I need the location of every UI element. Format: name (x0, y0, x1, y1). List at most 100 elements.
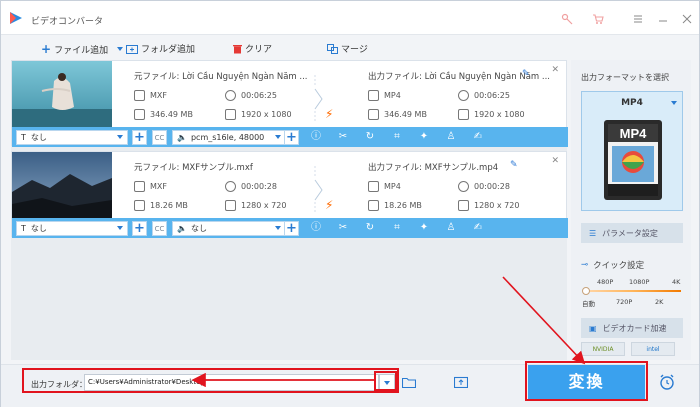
remove-file-icon[interactable]: ✕ (551, 156, 559, 166)
export-folder-icon[interactable] (454, 376, 468, 388)
open-folder-icon[interactable] (402, 376, 416, 388)
output-format-panel: 出力フォーマットを選択 MP4 MP4 ☰ パラメータ設定 ⊸ クイック設定 4… (571, 60, 691, 360)
alarm-clock-icon[interactable] (658, 373, 676, 391)
edit-subtitle-icon[interactable]: ✍ (472, 131, 484, 143)
audio-select[interactable]: 🔈 なし (172, 221, 286, 236)
app-logo-icon (10, 12, 22, 24)
quick-settings-icon: ⊸ (581, 260, 589, 270)
output-format: MP4 (368, 181, 401, 192)
source-size: 346.49 MB (134, 109, 193, 120)
cut-icon[interactable]: ✂ (337, 131, 349, 143)
edit-pencil-icon[interactable]: ✎ (522, 69, 530, 79)
source-resolution: 1280 x 720 (225, 200, 286, 211)
minimize-icon[interactable] (657, 13, 669, 25)
source-duration: 00:00:28 (225, 181, 277, 192)
add-subtitle-button[interactable]: + (132, 221, 147, 236)
output-format: MP4 (368, 90, 401, 101)
add-subtitle-button[interactable]: + (132, 130, 147, 145)
close-window-icon[interactable] (681, 13, 693, 25)
speaker-icon: 🔈 (177, 224, 187, 233)
key-icon[interactable] (561, 13, 573, 25)
file-icon (134, 109, 145, 120)
title-bar: ビデオコンバータ (1, 1, 699, 35)
clock-icon (458, 181, 469, 192)
format-icon (368, 181, 379, 192)
slider-label-2k: 2K (655, 298, 664, 306)
cut-icon[interactable]: ✂ (337, 222, 349, 234)
source-duration: 00:06:25 (225, 90, 277, 101)
parameter-settings-button[interactable]: ☰ パラメータ設定 (581, 223, 683, 243)
clear-button[interactable]: クリア (233, 42, 272, 55)
resolution-icon (225, 200, 236, 211)
rotate-icon[interactable]: ↻ (364, 222, 376, 234)
gpu-chip-icon: ▣ (589, 323, 597, 333)
dropdown-arrow-icon (117, 46, 123, 51)
source-filename: 元ファイル: Lời Cầu Nguyện Ngàn Năm ... (134, 72, 308, 82)
source-size: 18.26 MB (134, 200, 188, 211)
quick-settings: ⊸ クイック設定 (581, 260, 645, 271)
chevron-down-icon (671, 101, 677, 105)
edit-pencil-icon[interactable]: ✎ (510, 160, 518, 170)
resolution-icon (458, 200, 469, 211)
intel-logo[interactable]: intel (631, 342, 675, 356)
source-filename: 元ファイル: MXFサンプル.mxf (134, 163, 253, 173)
mp4-format-icon: MP4 (604, 120, 662, 200)
watermark-icon[interactable]: ♙ (445, 222, 457, 234)
watermark-icon[interactable]: ♙ (445, 131, 457, 143)
output-folder-label: 出力フォルダ： (31, 380, 87, 389)
resolution-icon (225, 109, 236, 120)
menu-icon[interactable] (632, 13, 644, 25)
merge-icon (327, 43, 338, 54)
quality-slider-track[interactable] (585, 290, 681, 292)
resolution-icon (458, 109, 469, 120)
convert-button[interactable]: 変換 (528, 365, 645, 399)
gpu-logos: NVIDIA intel (581, 342, 675, 356)
crop-icon[interactable]: ⌗ (391, 131, 403, 143)
add-audio-button[interactable]: + (284, 221, 299, 236)
format-name: MP4 (621, 98, 643, 108)
quality-slider-handle[interactable] (582, 287, 590, 295)
text-icon: T (21, 224, 26, 233)
speaker-icon: 🔈 (177, 133, 187, 142)
audio-select[interactable]: 🔈 pcm_s16le, 48000 (172, 130, 286, 145)
file-card: 元ファイル: Lời Cầu Nguyện Ngàn Năm ... MXF 0… (11, 60, 568, 147)
effect-icon[interactable]: ✦ (418, 131, 430, 143)
trash-icon (233, 44, 242, 53)
chevron-right-icon (314, 166, 323, 214)
add-file-button[interactable]: + ファイル追加 (41, 42, 108, 56)
remove-file-icon[interactable]: ✕ (551, 65, 559, 75)
video-thumbnail[interactable] (12, 152, 112, 218)
format-icon (134, 90, 145, 101)
info-icon[interactable]: ⓘ (310, 222, 322, 234)
nvidia-logo[interactable]: NVIDIA (581, 342, 625, 356)
format-selector[interactable]: MP4 MP4 (581, 91, 683, 211)
subtitle-select[interactable]: T なし (16, 221, 128, 236)
cart-icon[interactable] (592, 13, 604, 25)
clock-icon (225, 181, 236, 192)
output-size: 18.26 MB (368, 200, 422, 211)
output-folder-path[interactable]: C:¥Users¥Administrator¥Desktop (84, 374, 379, 391)
format-icon (134, 181, 145, 192)
add-audio-button[interactable]: + (284, 130, 299, 145)
effect-icon[interactable]: ✦ (418, 222, 430, 234)
video-thumbnail[interactable] (12, 61, 112, 127)
output-folder-dropdown[interactable] (379, 374, 395, 391)
info-icon[interactable]: ⓘ (310, 131, 322, 143)
edit-subtitle-icon[interactable]: ✍ (472, 222, 484, 234)
slider-label-480p: 480P (597, 278, 614, 286)
cc-icon[interactable]: CC (152, 130, 167, 145)
file-icon (368, 200, 379, 211)
cc-icon[interactable]: CC (152, 221, 167, 236)
file-control-bar: T なし + CC 🔈 pcm_s16le, 48000 + ⓘ ✂ ↻ ⌗ ✦ ♙… (12, 127, 568, 147)
gpu-acceleration-button[interactable]: ▣ ビデオカード加速 (581, 318, 683, 338)
clock-icon (458, 90, 469, 101)
add-folder-button[interactable]: フォルダ追加 (117, 42, 195, 55)
merge-button[interactable]: マージ (327, 42, 368, 55)
chevron-right-icon (314, 75, 323, 123)
output-resolution: 1920 x 1080 (458, 109, 525, 120)
file-card: 元ファイル: MXFサンプル.mxf MXF 00:00:28 18.26 MB… (11, 151, 568, 238)
crop-icon[interactable]: ⌗ (391, 222, 403, 234)
subtitle-select[interactable]: T なし (16, 130, 128, 145)
output-resolution: 1280 x 720 (458, 200, 519, 211)
rotate-icon[interactable]: ↻ (364, 131, 376, 143)
